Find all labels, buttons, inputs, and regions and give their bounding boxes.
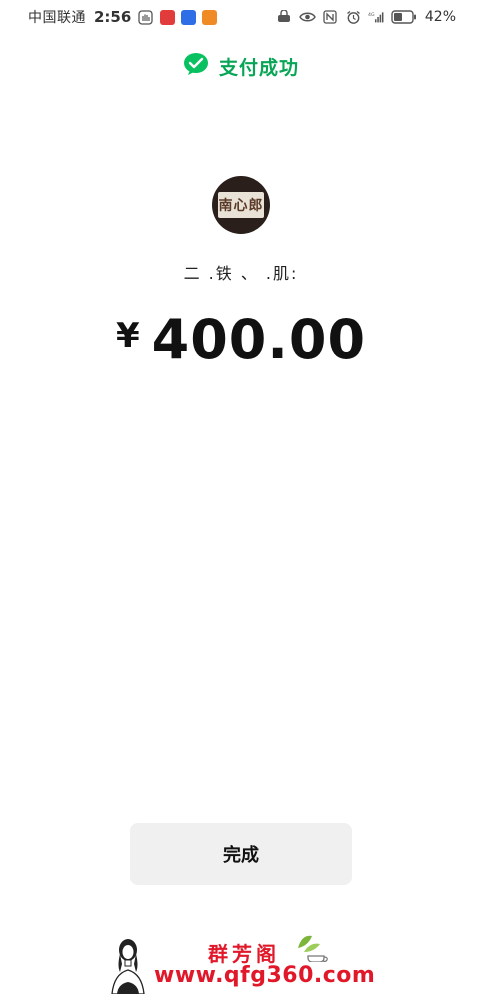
wechat-pay-icon [183, 52, 209, 80]
notification-app-icon-blue [181, 9, 197, 25]
eye-icon [299, 10, 316, 25]
currency-symbol: ¥ [115, 315, 140, 356]
merchant-avatar: 南心郎 [212, 176, 270, 234]
signal-icon: 4G [368, 10, 385, 25]
amount-value: 400.00 [151, 308, 367, 371]
clock: 2:56 [94, 8, 132, 26]
alarm-icon [345, 10, 362, 25]
watermark-tea-icon [294, 932, 330, 963]
battery-percentage: 42% [424, 9, 456, 25]
carrier-label: 中国联通 [28, 10, 86, 26]
merchant-logo-text: 南心郎 [218, 192, 264, 218]
nfc-icon [322, 10, 339, 25]
watermark-url: www.qfg360.com [154, 963, 376, 988]
done-button[interactable]: 完成 [130, 823, 352, 885]
battery-icon [391, 10, 417, 25]
status-bar-left: 中国联通 2:56 [28, 7, 218, 27]
watermark-figure-icon [108, 936, 148, 995]
status-bar-right: 4G 42% [276, 9, 456, 25]
hand-icon [137, 9, 154, 25]
notification-app-icon-orange [202, 9, 218, 25]
success-text: 支付成功 [218, 56, 299, 79]
merchant-name: 二 .铁 、 .肌: [183, 264, 299, 283]
svg-text:4G: 4G [368, 12, 375, 18]
status-bar: 中国联通 2:56 4G 42% [0, 0, 482, 34]
lock-car-icon [276, 10, 293, 25]
payment-success-header: 支付成功 [0, 52, 482, 80]
payment-amount: ¥ 400.00 [0, 308, 482, 371]
notification-app-icon-red [160, 9, 176, 25]
